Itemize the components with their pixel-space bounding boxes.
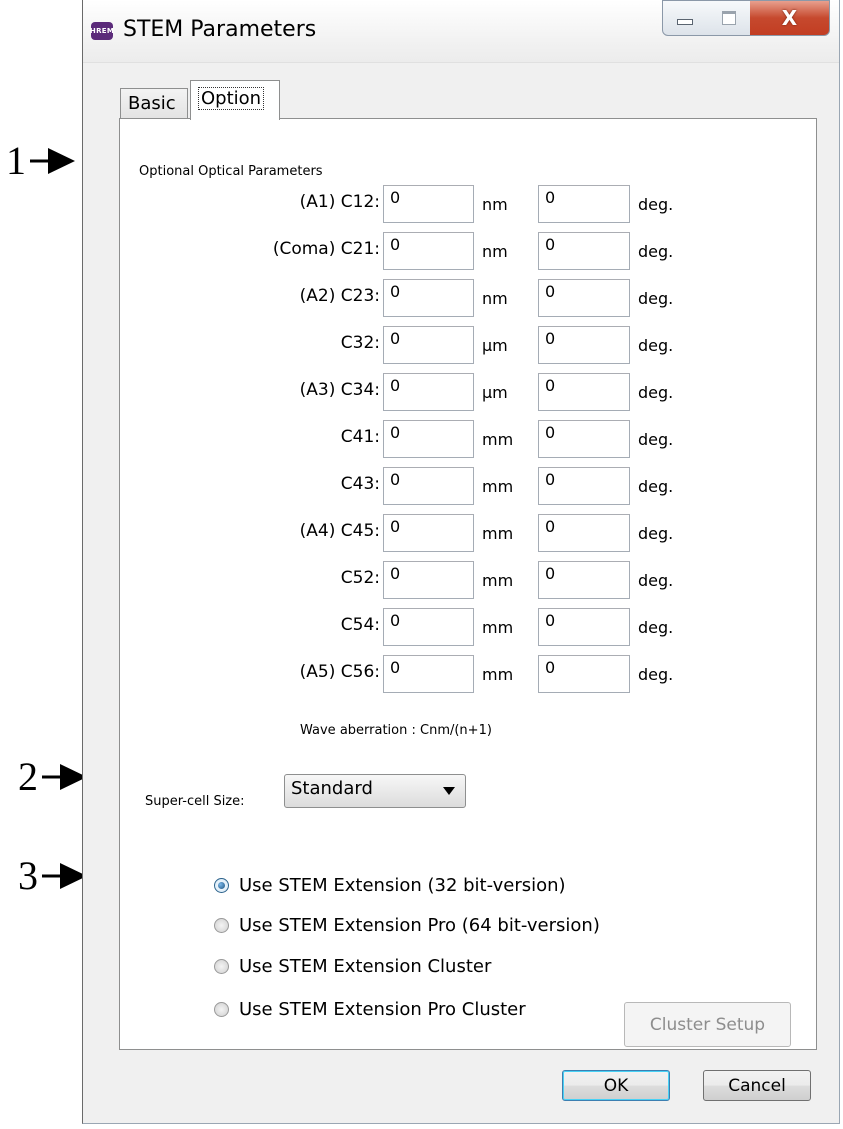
parameter-label: C52: <box>340 568 380 588</box>
angle-input[interactable]: 0 <box>538 420 630 458</box>
angle-unit: deg. <box>638 571 674 590</box>
radio-button[interactable] <box>214 1002 229 1017</box>
extension-option[interactable]: Use STEM Extension Pro Cluster <box>214 999 526 1020</box>
angle-input[interactable]: 0 <box>538 608 630 646</box>
extension-option[interactable]: Use STEM Extension Pro (64 bit-version) <box>214 915 600 936</box>
magnitude-input[interactable]: 0 <box>383 420 474 458</box>
magnitude-input[interactable]: 0 <box>383 467 474 505</box>
section-title: Optional Optical Parameters <box>139 164 323 179</box>
parameter-label: (A3) C34: <box>299 380 380 400</box>
annotation-number: 3 <box>18 853 38 898</box>
ok-button[interactable]: OK <box>562 1070 670 1101</box>
angle-unit: deg. <box>638 665 674 684</box>
angle-input[interactable]: 0 <box>538 467 630 505</box>
magnitude-input[interactable]: 0 <box>383 373 474 411</box>
annotation-1: 1 <box>6 137 76 184</box>
angle-unit: deg. <box>638 430 674 449</box>
extension-option[interactable]: Use STEM Extension (32 bit-version) <box>214 875 566 896</box>
angle-input[interactable]: 0 <box>538 326 630 364</box>
angle-unit: deg. <box>638 289 674 308</box>
app-icon: HREM <box>90 22 114 40</box>
magnitude-unit: mm <box>482 618 514 637</box>
extension-option-label: Use STEM Extension Pro (64 bit-version) <box>239 915 600 936</box>
extension-option-label: Use STEM Extension (32 bit-version) <box>239 875 566 896</box>
angle-unit: deg. <box>638 477 674 496</box>
parameter-label: (A2) C23: <box>299 286 380 306</box>
annotation-3: 3 <box>18 852 88 899</box>
minimize-button[interactable] <box>662 0 708 36</box>
magnitude-input[interactable]: 0 <box>383 561 474 599</box>
magnitude-input[interactable]: 0 <box>383 185 474 223</box>
arrow-right-icon <box>30 146 76 176</box>
annotation-2: 2 <box>18 753 88 800</box>
angle-input[interactable]: 0 <box>538 185 630 223</box>
parameter-label: C43: <box>340 474 380 494</box>
supercell-size-label: Super-cell Size: <box>145 794 245 809</box>
radio-button[interactable] <box>214 918 229 933</box>
parameter-label: C32: <box>340 333 380 353</box>
parameter-label: (A5) C56: <box>299 662 380 682</box>
radio-button[interactable] <box>214 878 229 893</box>
angle-unit: deg. <box>638 524 674 543</box>
magnitude-unit: μm <box>482 336 508 355</box>
dropdown-arrow-icon <box>443 787 455 795</box>
angle-input[interactable]: 0 <box>538 279 630 317</box>
magnitude-input[interactable]: 0 <box>383 279 474 317</box>
magnitude-unit: mm <box>482 430 514 449</box>
parameter-label: C41: <box>340 427 380 447</box>
magnitude-unit: nm <box>482 289 508 308</box>
magnitude-unit: μm <box>482 383 508 402</box>
angle-input[interactable]: 0 <box>538 232 630 270</box>
supercell-size-value: Standard <box>291 778 373 799</box>
angle-input[interactable]: 0 <box>538 373 630 411</box>
window-title: STEM Parameters <box>123 17 317 42</box>
tab-option-label: Option <box>198 87 265 110</box>
option-panel: Optional Optical Parameters (A1) C12: 0 nm… <box>119 118 817 1050</box>
angle-input[interactable]: 0 <box>538 514 630 552</box>
stem-parameters-window: HREM STEM Parameters X Basic Option Opti… <box>82 0 840 1124</box>
annotation-number: 2 <box>18 754 38 799</box>
magnitude-input[interactable]: 0 <box>383 514 474 552</box>
magnitude-unit: nm <box>482 195 508 214</box>
title-bar[interactable]: HREM STEM Parameters X <box>83 0 839 63</box>
angle-unit: deg. <box>638 383 674 402</box>
extension-option-label: Use STEM Extension Pro Cluster <box>239 999 526 1020</box>
wave-aberration-note: Wave aberration : Cnm/(n+1) <box>300 723 492 738</box>
angle-unit: deg. <box>638 195 674 214</box>
annotation-number: 1 <box>6 138 26 183</box>
angle-unit: deg. <box>638 242 674 261</box>
magnitude-unit: mm <box>482 571 514 590</box>
maximize-button[interactable] <box>707 0 751 36</box>
angle-input[interactable]: 0 <box>538 561 630 599</box>
parameter-label: (Coma) C21: <box>272 239 380 259</box>
magnitude-input[interactable]: 0 <box>383 232 474 270</box>
extension-option-label: Use STEM Extension Cluster <box>239 956 492 977</box>
supercell-size-select[interactable]: Standard <box>284 774 466 808</box>
parameter-label: (A4) C45: <box>299 521 380 541</box>
magnitude-unit: mm <box>482 665 514 684</box>
radio-button[interactable] <box>214 959 229 974</box>
angle-input[interactable]: 0 <box>538 655 630 693</box>
magnitude-unit: mm <box>482 524 514 543</box>
tab-option[interactable]: Option <box>190 80 280 120</box>
extension-option[interactable]: Use STEM Extension Cluster <box>214 956 491 977</box>
magnitude-unit: mm <box>482 477 514 496</box>
parameter-label: C54: <box>340 615 380 635</box>
magnitude-input[interactable]: 0 <box>383 655 474 693</box>
cluster-setup-button[interactable]: Cluster Setup <box>624 1002 791 1047</box>
maximize-icon <box>721 11 736 25</box>
magnitude-unit: nm <box>482 242 508 261</box>
cancel-button[interactable]: Cancel <box>703 1070 811 1101</box>
angle-unit: deg. <box>638 336 674 355</box>
angle-unit: deg. <box>638 618 674 637</box>
parameter-label: (A1) C12: <box>299 192 380 212</box>
magnitude-input[interactable]: 0 <box>383 326 474 364</box>
close-icon: X <box>781 6 798 30</box>
magnitude-input[interactable]: 0 <box>383 608 474 646</box>
close-button[interactable]: X <box>750 0 830 36</box>
minimize-icon <box>677 19 693 25</box>
tab-basic[interactable]: Basic <box>120 88 188 119</box>
